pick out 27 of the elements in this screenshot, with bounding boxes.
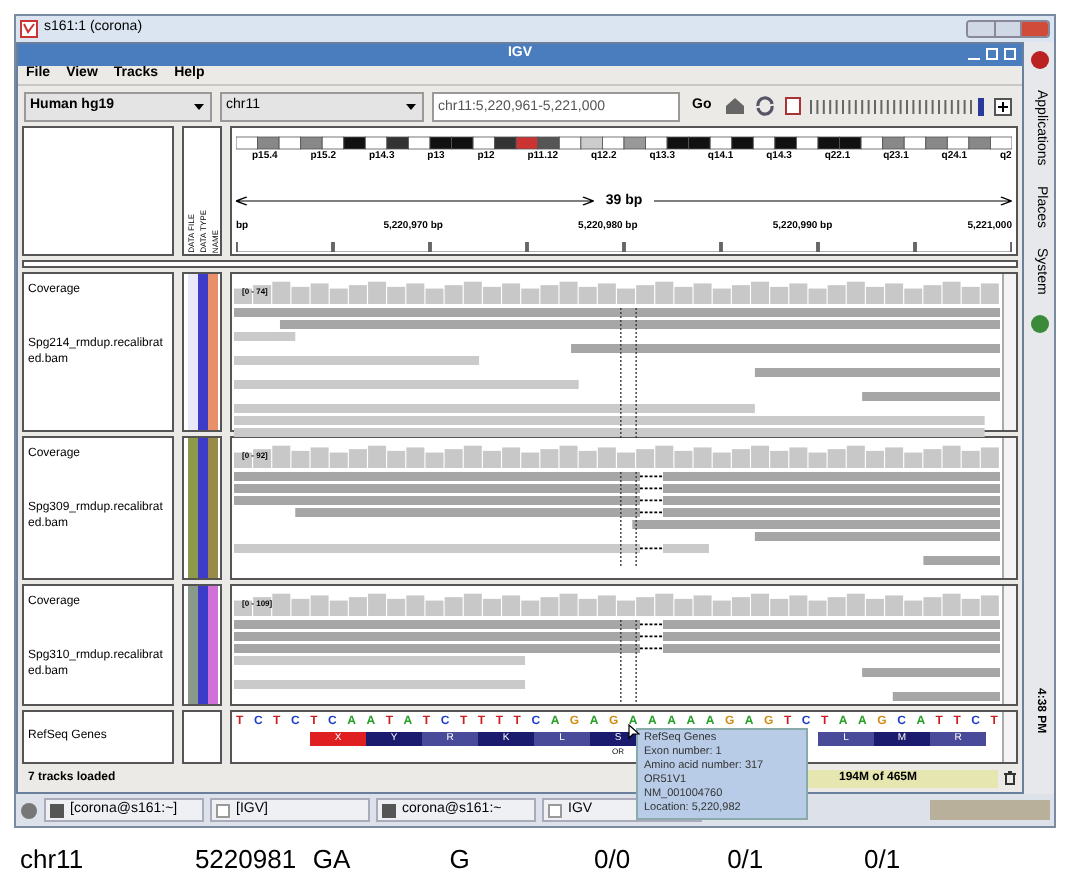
- close-icon[interactable]: [1004, 48, 1016, 60]
- scrollbar[interactable]: [1002, 712, 1016, 763]
- scrollbar[interactable]: [1002, 586, 1016, 705]
- variant-field: 0/0: [594, 840, 728, 878]
- window-icon: [216, 803, 230, 817]
- window-controls[interactable]: [966, 20, 1050, 38]
- workspace-switcher[interactable]: [930, 800, 1050, 820]
- variant-field: 0/1: [727, 840, 864, 878]
- maximize-icon[interactable]: [986, 48, 998, 60]
- zoom-in-icon[interactable]: [993, 97, 1012, 115]
- chromosome-ideogram[interactable]: [236, 136, 1012, 150]
- panel-icon[interactable]: [783, 96, 802, 116]
- variant-field: chr11: [20, 840, 195, 878]
- trash-icon[interactable]: [1002, 770, 1018, 787]
- scrollbar[interactable]: [1002, 438, 1016, 579]
- variant-field: GA: [312, 840, 450, 878]
- home-icon[interactable]: [723, 96, 746, 116]
- cursor-icon: [628, 724, 640, 741]
- window-icon: [548, 803, 562, 817]
- logo-icon: [1029, 50, 1049, 70]
- zoom-slider-drawing[interactable]: [809, 97, 986, 115]
- variant-field: G: [449, 840, 595, 878]
- variant-field: 0/1: [864, 840, 941, 878]
- refresh-icon[interactable]: [753, 96, 776, 116]
- attribute-panel: [182, 710, 222, 765]
- scrollbar[interactable]: [1002, 274, 1016, 431]
- variant-field: 5220981: [194, 840, 313, 878]
